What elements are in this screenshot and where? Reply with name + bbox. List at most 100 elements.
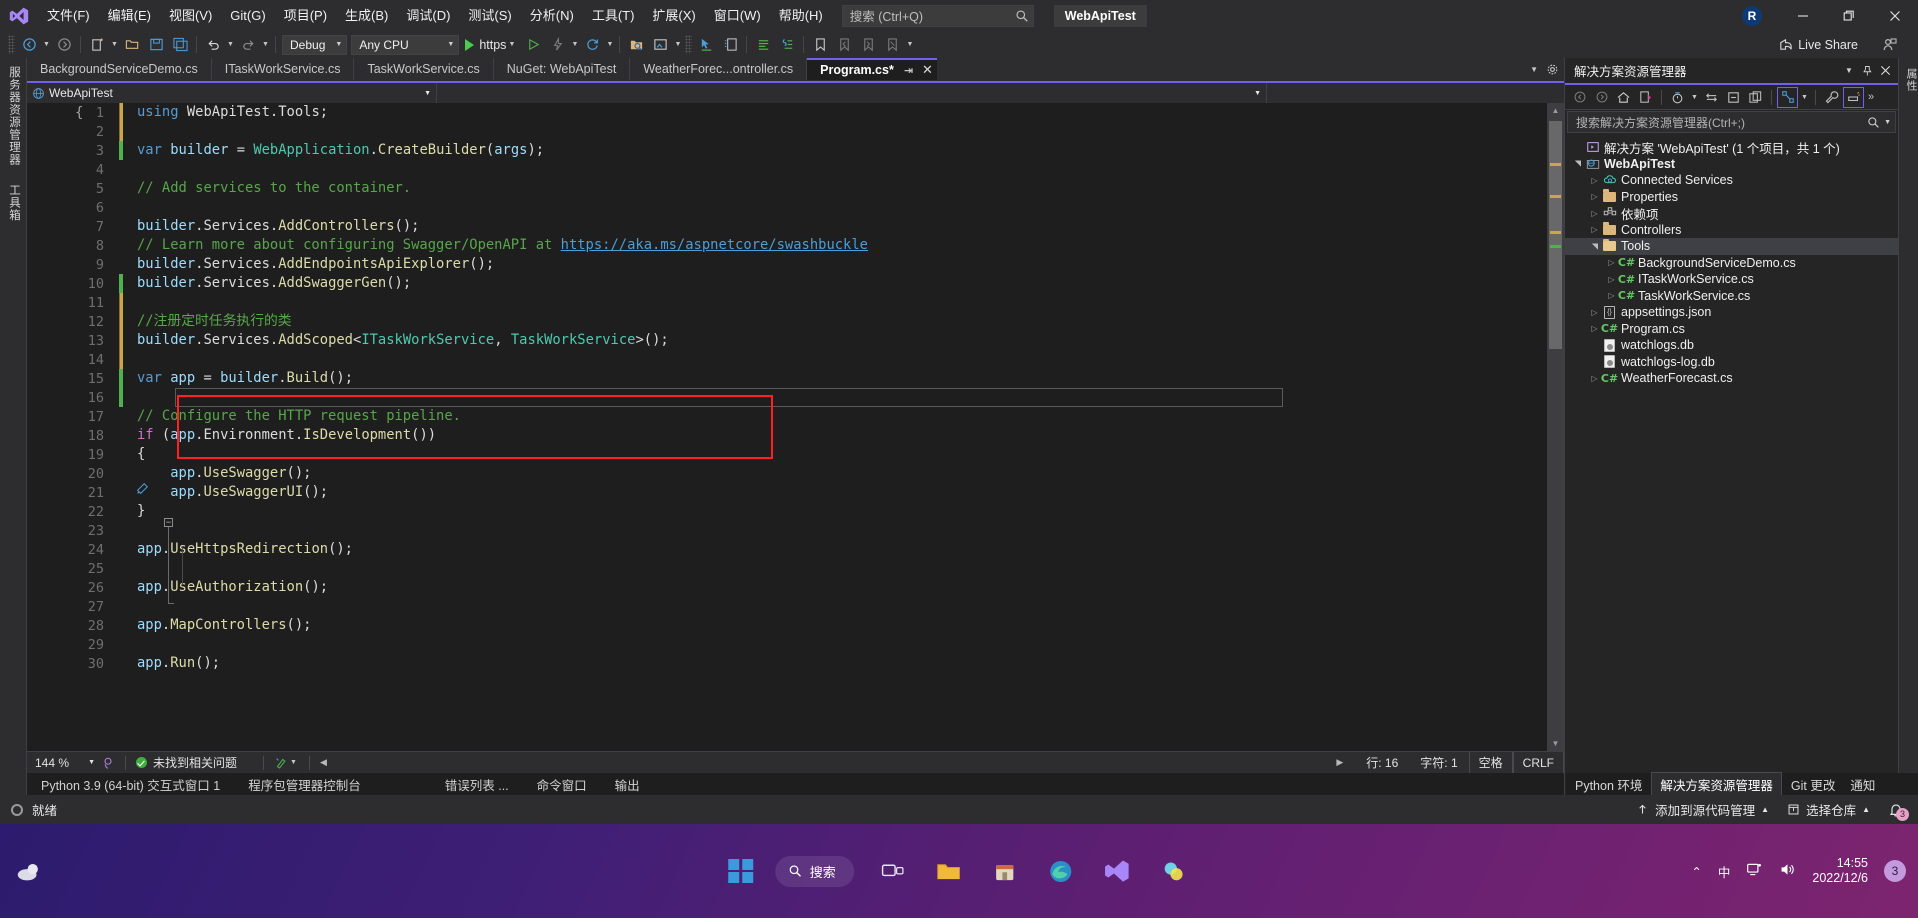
sync-with-active-document-icon[interactable] bbox=[1701, 87, 1722, 108]
solution-home-dropdown[interactable]: ▼ bbox=[672, 41, 683, 48]
code-line[interactable]: 10 builder.Services.AddSwaggerGen(); bbox=[27, 274, 1564, 293]
menu-help[interactable]: 帮助(H) bbox=[770, 0, 832, 31]
dock-tab-solution-explorer[interactable]: 解决方案资源管理器 bbox=[1651, 771, 1782, 797]
solution-tree[interactable]: 解决方案 'WebApiTest' (1 个项目，共 1 个) ◢ WebApiT… bbox=[1565, 134, 1898, 387]
menu-debug[interactable]: 调试(D) bbox=[397, 0, 459, 31]
add-to-source-control-button[interactable]: 添加到源代码管理 ▲ bbox=[1636, 800, 1769, 819]
restore-button[interactable] bbox=[1826, 0, 1872, 31]
code-line[interactable]: 20 app.UseSwagger(); bbox=[27, 464, 1564, 483]
new-project-icon[interactable] bbox=[85, 33, 109, 56]
tab-backgroundservicedemo[interactable]: BackgroundServiceDemo.cs bbox=[27, 58, 212, 80]
twisty-collapsed-icon[interactable]: ▷ bbox=[1588, 225, 1601, 234]
tab-weatherforecastcontroller[interactable]: WeatherForec...ontroller.cs bbox=[630, 58, 808, 80]
open-file-icon[interactable] bbox=[120, 33, 144, 56]
navigate-backward-dropdown[interactable]: ▼ bbox=[41, 41, 52, 48]
menu-file[interactable]: 文件(F) bbox=[38, 0, 99, 31]
edge-button[interactable] bbox=[1044, 854, 1078, 888]
forward-icon[interactable] bbox=[1591, 87, 1612, 108]
chevron-down-icon[interactable]: ▼ bbox=[1884, 119, 1891, 126]
tree-node[interactable]: ▷ C# TaskWorkService.cs bbox=[1565, 288, 1898, 305]
code-line[interactable]: 24 app.UseHttpsRedirection(); bbox=[27, 540, 1564, 559]
code-line[interactable]: 15 var app = builder.Build(); bbox=[27, 369, 1564, 388]
restart-dropdown[interactable]: ▼ bbox=[604, 41, 615, 48]
twisty-collapsed-icon[interactable]: ▷ bbox=[1588, 209, 1601, 218]
chevron-down-icon[interactable]: ▼ bbox=[506, 41, 517, 48]
pin-icon[interactable]: ⇥ bbox=[904, 64, 913, 77]
scroll-thumb[interactable] bbox=[1549, 121, 1562, 349]
code-line[interactable]: 14 bbox=[27, 350, 1564, 369]
code-line[interactable]: 19 { bbox=[27, 445, 1564, 464]
tab-taskworkservice[interactable]: TaskWorkService.cs bbox=[354, 58, 494, 80]
dock-tab-notifications[interactable]: 通知 bbox=[1844, 775, 1881, 794]
dock-tab-python-env[interactable]: Python 环境 bbox=[1566, 775, 1651, 794]
save-icon[interactable] bbox=[144, 33, 168, 56]
save-all-icon[interactable] bbox=[168, 33, 192, 56]
code-line[interactable]: 2 bbox=[27, 122, 1564, 141]
solution-root-node[interactable]: 解决方案 'WebApiTest' (1 个项目，共 1 个) bbox=[1565, 139, 1898, 156]
twisty-collapsed-icon[interactable]: ▷ bbox=[1588, 192, 1601, 201]
tree-node[interactable]: ▷{} appsettings.json bbox=[1565, 304, 1898, 321]
uncomment-selection-icon[interactable] bbox=[775, 33, 799, 56]
menu-analyze[interactable]: 分析(N) bbox=[521, 0, 583, 31]
dock-tab-git-changes[interactable]: Git 更改 bbox=[1782, 775, 1844, 794]
menu-edit[interactable]: 编辑(E) bbox=[99, 0, 160, 31]
navigate-forward-icon[interactable] bbox=[52, 33, 76, 56]
twisty-collapsed-icon[interactable]: ▷ bbox=[1588, 324, 1601, 333]
code-editor[interactable]: { 1 using WebApiTest.Tools; 2 3 var builder… bbox=[27, 103, 1564, 751]
code-line[interactable]: 25 bbox=[27, 559, 1564, 578]
navbar-project-combo[interactable]: WebApiTest ▼ bbox=[27, 83, 437, 103]
undo-icon[interactable] bbox=[201, 33, 225, 56]
menu-build[interactable]: 生成(B) bbox=[336, 0, 397, 31]
code-line[interactable]: 22} bbox=[27, 502, 1564, 521]
twisty-expanded-icon[interactable]: ◢ bbox=[1573, 157, 1582, 170]
code-line[interactable]: 12 //注册定时任务执行的类 bbox=[27, 312, 1564, 331]
redo-icon[interactable] bbox=[236, 33, 260, 56]
file-explorer-button[interactable] bbox=[932, 854, 966, 888]
code-line[interactable]: 18 if (app.Environment.IsDevelopment()) bbox=[27, 426, 1564, 445]
code-line[interactable]: 17 // Configure the HTTP request pipeline… bbox=[27, 407, 1564, 426]
scroll-up-arrow[interactable]: ▲ bbox=[1547, 103, 1564, 118]
view-class-diagram-dropdown[interactable]: ▼ bbox=[1799, 94, 1810, 101]
solution-home-icon[interactable] bbox=[648, 33, 672, 56]
notification-center-badge[interactable]: 3 bbox=[1884, 860, 1906, 882]
task-view-button[interactable] bbox=[876, 854, 910, 888]
gear-icon[interactable] bbox=[1546, 63, 1559, 76]
store-button[interactable] bbox=[988, 854, 1022, 888]
code-line[interactable]: 30 app.Run(); bbox=[27, 654, 1564, 673]
left-dock-tab-toolbox[interactable]: 工具箱 bbox=[6, 184, 22, 222]
minimize-button[interactable] bbox=[1780, 0, 1826, 31]
live-visual-tree-icon[interactable] bbox=[718, 33, 742, 56]
code-cleanup-icon[interactable] bbox=[274, 756, 288, 770]
code-line[interactable]: 16 bbox=[27, 388, 1564, 407]
new-project-dropdown[interactable]: ▼ bbox=[109, 41, 120, 48]
code-line[interactable]: 7 builder.Services.AddControllers(); bbox=[27, 217, 1564, 236]
menu-window[interactable]: 窗口(W) bbox=[705, 0, 770, 31]
navbar-member-combo[interactable]: ▼ bbox=[437, 83, 1267, 103]
line-endings[interactable]: CRLF bbox=[1512, 751, 1564, 774]
window-menu-icon[interactable]: ▼ bbox=[1840, 62, 1858, 80]
bottom-tab-error-list[interactable]: 错误列表 ... bbox=[431, 775, 523, 794]
code-line[interactable]: 21 app.UseSwaggerUI(); bbox=[27, 483, 1564, 502]
tree-node[interactable]: ▷ Properties bbox=[1565, 189, 1898, 206]
solution-explorer-search[interactable]: 搜索解决方案资源管理器(Ctrl+;) ▼ bbox=[1567, 111, 1896, 133]
code-line[interactable]: 4 bbox=[27, 160, 1564, 179]
tree-node[interactable]: ▷ Connected Services bbox=[1565, 172, 1898, 189]
tree-node[interactable]: ▷ C# BackgroundServiceDemo.cs bbox=[1565, 255, 1898, 272]
preview-selected-items-icon[interactable] bbox=[1843, 86, 1864, 108]
tab-program-cs[interactable]: Program.cs* ⇥ ✕ bbox=[807, 58, 937, 80]
solution-platform-combo[interactable]: Any CPU ▼ bbox=[351, 34, 460, 55]
show-hidden-icons-button[interactable]: ⌃ bbox=[1691, 864, 1701, 879]
twisty-expanded-icon[interactable]: ◢ bbox=[1590, 240, 1599, 253]
undo-dropdown[interactable]: ▼ bbox=[225, 41, 236, 48]
properties-wrench-icon[interactable] bbox=[1821, 87, 1842, 108]
menu-extensions[interactable]: 扩展(X) bbox=[643, 0, 704, 31]
notifications-button[interactable]: 3 bbox=[1888, 802, 1909, 821]
twisty-collapsed-icon[interactable]: ▷ bbox=[1588, 374, 1601, 383]
misc-app-button[interactable] bbox=[1156, 854, 1190, 888]
navigate-backward-icon[interactable] bbox=[17, 33, 41, 56]
twisty-collapsed-icon[interactable]: ▷ bbox=[1588, 176, 1601, 185]
close-icon[interactable] bbox=[1876, 62, 1894, 80]
menu-tools[interactable]: 工具(T) bbox=[583, 0, 644, 31]
left-dock-tab-server-explorer[interactable]: 服务器资源管理器 bbox=[6, 66, 22, 166]
right-dock-tab-properties[interactable]: 属性 bbox=[1903, 68, 1918, 92]
